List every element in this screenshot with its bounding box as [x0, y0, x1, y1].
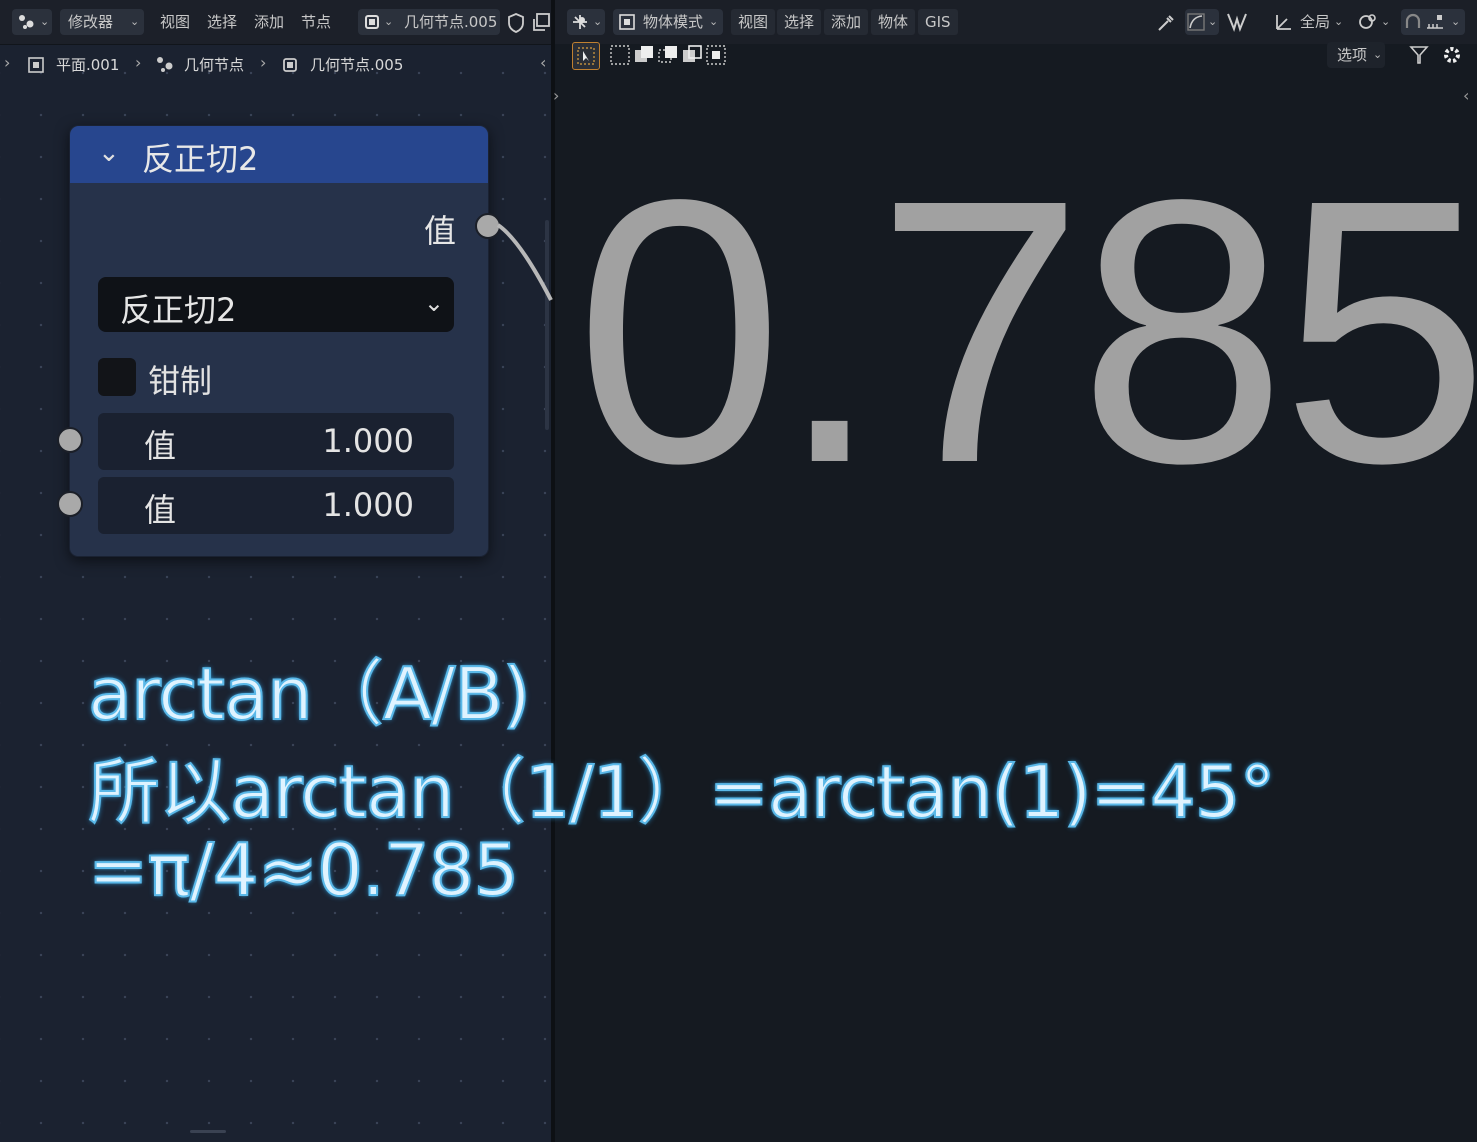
viewport-editor-icon — [573, 15, 587, 29]
annotation-line-3: =π/4≈0.785 — [87, 827, 520, 913]
menu-node[interactable]: 节点 — [301, 9, 331, 35]
3d-viewport[interactable]: ⌄ 物体模式 ⌄ 视图 选择 添加 物体 GIS ⌄ 全局 ⌄ ⌄ ⌄ 选项 ⌄… — [553, 0, 1477, 1142]
snap-toggle[interactable]: ⌄ — [1401, 9, 1465, 35]
input-value-1: 1.000 — [322, 422, 414, 460]
mode-label: 物体模式 — [643, 13, 704, 31]
menu-gis[interactable]: GIS — [918, 9, 958, 35]
toolbar-expand-icon[interactable]: › — [553, 86, 559, 105]
editor-type-button[interactable]: ⌄ — [567, 9, 605, 35]
node-header[interactable]: ⌄ 反正切2 — [70, 126, 488, 183]
chevron-down-icon: ⌄ — [1334, 15, 1344, 28]
snap-curve-dropdown[interactable]: ⌄ — [1185, 9, 1219, 35]
editor-menu-label: 修改器 — [68, 13, 114, 31]
operation-dropdown-value: 反正切2 — [120, 291, 237, 329]
chevron-down-icon: ⌄ — [1381, 15, 1391, 28]
eyedropper-icon[interactable] — [1155, 12, 1177, 34]
options-dropdown[interactable]: 选项 ⌄ — [1327, 42, 1385, 68]
transform-orientation-icon — [1276, 15, 1291, 30]
select-subtract-icon[interactable] — [657, 44, 679, 66]
sidebar-toggle-icon[interactable]: ‹ — [540, 53, 546, 72]
input-socket-1[interactable] — [57, 427, 83, 453]
transform-orientation-label: 全局 — [1300, 13, 1331, 31]
select-extend-icon[interactable] — [633, 44, 655, 66]
menu-select[interactable]: 选择 — [207, 9, 237, 35]
menu-add[interactable]: 添加 — [824, 9, 869, 35]
sidebar-expand-icon[interactable]: ‹ — [1463, 86, 1469, 105]
node-tree-icon — [19, 15, 34, 29]
chevron-right-icon: › — [4, 53, 11, 72]
fake-user-shield-icon[interactable] — [506, 12, 526, 34]
editor-type-button[interactable]: ⌄ — [12, 9, 52, 35]
cursor-select-icon — [577, 47, 595, 65]
node-editor[interactable]: ⌄ 修改器 ⌄ 视图 选择 添加 节点 ⌄ 几何节点.005 › 平面.001 … — [0, 0, 551, 1142]
gear-icon[interactable] — [1441, 44, 1463, 66]
transform-orientation-dropdown[interactable]: 全局 ⌄ — [1300, 9, 1350, 35]
gizmo-toggle-icon[interactable] — [1225, 11, 1249, 33]
mode-dropdown[interactable]: 物体模式 ⌄ — [613, 9, 723, 35]
operation-dropdown[interactable]: 反正切2 ⌄ — [98, 277, 454, 332]
breadcrumb-modifier[interactable]: 几何节点 — [184, 54, 244, 75]
breadcrumb-node-group[interactable]: 几何节点.005 — [310, 54, 403, 75]
menu-add[interactable]: 添加 — [254, 9, 284, 35]
math-node-arctan2[interactable]: ⌄ 反正切2 值 反正切2 ⌄ 钳制 值 1.000 值 1.000 — [57, 125, 501, 557]
input-value-2: 1.000 — [322, 486, 414, 524]
viewport-toolbar-row: 选项 ⌄ — [555, 38, 1477, 72]
chevron-down-icon: ⌄ — [384, 15, 394, 28]
annotation-line-2: 所以arctan（1/1）=arctan(1)=45° — [87, 749, 1277, 835]
chevron-down-icon: ⌄ — [130, 15, 140, 28]
select-tool-button[interactable] — [572, 42, 600, 70]
menu-select[interactable]: 选择 — [777, 9, 822, 35]
node-group-selector[interactable]: ⌄ 几何节点.005 — [358, 9, 500, 35]
chevron-down-icon: ⌄ — [423, 289, 444, 317]
select-new-icon[interactable] — [609, 44, 631, 66]
chevron-down-icon: ⌄ — [1208, 15, 1218, 28]
options-label: 选项 — [1337, 46, 1368, 64]
chevron-down-icon: ⌄ — [593, 15, 603, 28]
menu-view[interactable]: 视图 — [160, 9, 190, 35]
annotation-line-1: arctan（A/B) — [87, 651, 532, 737]
clamp-checkbox[interactable] — [98, 358, 136, 396]
breadcrumb: › 平面.001 › 几何节点 › 几何节点.005 ‹ — [0, 44, 551, 84]
snap-increment-icon — [1427, 15, 1443, 29]
chevron-down-icon: ⌄ — [709, 15, 719, 28]
node-editor-header: ⌄ 修改器 ⌄ 视图 选择 添加 节点 ⌄ 几何节点.005 — [0, 0, 551, 45]
pivot-icon — [1359, 14, 1376, 29]
collapse-chevron-icon[interactable]: ⌄ — [98, 138, 120, 168]
menu-view[interactable]: 视图 — [731, 9, 776, 35]
object-icon — [28, 57, 44, 73]
geometry-nodes-icon — [157, 57, 173, 72]
node-group-icon — [283, 58, 297, 72]
output-socket[interactable] — [475, 213, 501, 239]
input-value-field-1[interactable]: 值 1.000 — [98, 413, 454, 470]
select-invert-icon[interactable] — [681, 44, 703, 66]
output-socket-label: 值 — [423, 212, 456, 250]
viewport-value-text: 0.785 — [575, 123, 1477, 541]
clamp-label: 钳制 — [148, 362, 213, 400]
chevron-down-icon: ⌄ — [1373, 48, 1383, 61]
editor-menu-dropdown[interactable]: 修改器 ⌄ — [60, 9, 144, 35]
object-mode-icon — [619, 14, 635, 30]
node-group-icon — [365, 15, 379, 29]
input-label-2: 值 — [144, 491, 177, 529]
chevron-down-icon: ⌄ — [40, 15, 50, 28]
input-socket-2[interactable] — [57, 491, 83, 517]
duplicate-icon[interactable] — [530, 11, 552, 33]
pivot-point-dropdown[interactable]: ⌄ — [1357, 9, 1395, 35]
select-intersect-icon[interactable] — [705, 44, 727, 66]
falloff-curve-icon — [1187, 13, 1205, 31]
input-value-field-2[interactable]: 值 1.000 — [98, 477, 454, 534]
magnet-icon — [1405, 13, 1421, 28]
node-group-name[interactable]: 几何节点.005 — [404, 9, 497, 35]
chevron-down-icon: ⌄ — [1451, 15, 1461, 28]
input-label-1: 值 — [144, 427, 177, 465]
chevron-right-icon: › — [260, 53, 267, 72]
filter-icon[interactable] — [1408, 44, 1430, 66]
menu-object[interactable]: 物体 — [871, 9, 916, 35]
breadcrumb-object[interactable]: 平面.001 — [56, 54, 119, 75]
chevron-right-icon: › — [135, 53, 142, 72]
scrollbar[interactable] — [545, 220, 549, 430]
resize-handle[interactable] — [190, 1130, 226, 1133]
node-title: 反正切2 — [142, 140, 259, 178]
